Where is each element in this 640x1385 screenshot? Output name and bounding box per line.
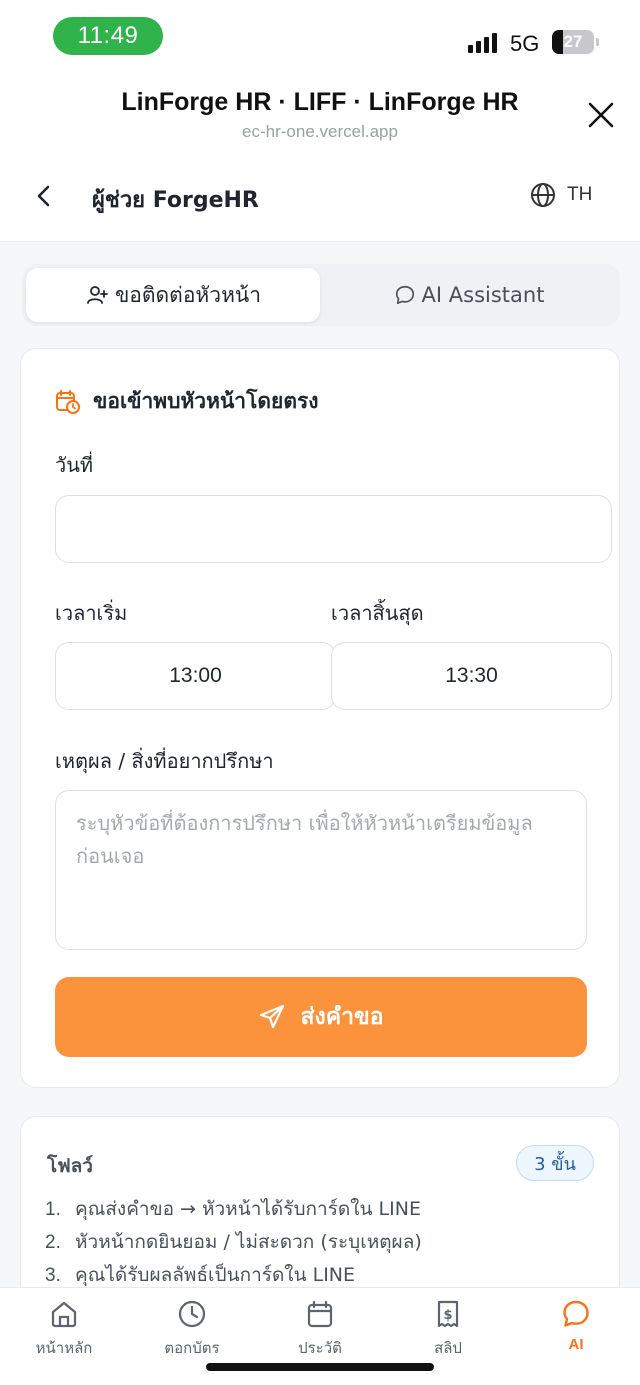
liff-header: LinForge HR · LIFF · LinForge HR ec-hr-o… <box>0 76 640 162</box>
reason-label: เหตุผล / สิ่งที่อยากปรึกษา <box>55 749 274 773</box>
end-time-value: 13:30 <box>445 664 498 687</box>
nav-label: สลิป <box>434 1339 462 1357</box>
nav-label: AI <box>568 1336 584 1353</box>
reason-placeholder: ระบุหัวข้อที่ต้องการปรึกษา เพื่อให้หัวหน… <box>76 811 533 868</box>
status-bar: 11:49 5G 27 <box>0 0 640 76</box>
battery-tip <box>596 38 599 46</box>
calendar-clock-icon <box>56 389 80 414</box>
nav-label: ประวัติ <box>298 1339 342 1357</box>
flow-step-count-badge: 3 ขั้น <box>516 1145 594 1181</box>
close-icon <box>588 102 614 128</box>
end-time-label: เวลาสิ้นสุด <box>331 601 424 625</box>
flow-step: 1. คุณส่งคำขอ → หัวหน้าได้รับการ์ดใน LINE <box>45 1198 421 1220</box>
chevron-left-icon <box>37 185 50 207</box>
flow-steps: 1. คุณส่งคำขอ → หัวหน้าได้รับการ์ดใน LINE… <box>45 1193 599 1292</box>
tab-bar: ขอติดต่อหัวหน้า AI Assistant <box>22 264 620 326</box>
section-header: ขอเข้าพบหัวหน้าโดยตรง <box>55 385 318 418</box>
tab-label: ขอติดต่อหัวหน้า <box>114 282 262 307</box>
nav-item-history[interactable]: ประวัติ <box>256 1298 384 1360</box>
language-switcher[interactable]: TH <box>529 180 592 210</box>
network-label: 5G <box>510 31 540 56</box>
status-time: 11:49 <box>53 17 163 55</box>
reason-textarea[interactable]: ระบุหัวข้อที่ต้องการปรึกษา เพื่อให้หัวหน… <box>55 790 587 950</box>
home-icon <box>51 1301 77 1328</box>
receipt-icon: $ <box>437 1300 459 1328</box>
start-time-label: เวลาเริ่ม <box>55 601 128 625</box>
svg-text:$: $ <box>443 1308 452 1323</box>
close-button[interactable] <box>584 98 618 132</box>
liff-url: ec-hr-one.vercel.app <box>242 122 398 141</box>
flow-title: โฟลว์ <box>47 1155 93 1177</box>
date-field[interactable] <box>55 495 612 563</box>
flow-step: 2. หัวหน้ากดยินยอม / ไม่สะดวก (ระบุเหตุผล… <box>45 1231 422 1253</box>
nav-item-ai[interactable]: AI <box>512 1298 640 1353</box>
tab-ai-assistant[interactable]: AI Assistant <box>322 268 616 322</box>
user-plus-icon <box>87 286 108 304</box>
tab-label: AI Assistant <box>421 283 545 307</box>
back-button[interactable] <box>30 182 58 210</box>
submit-request-button[interactable]: ส่งคำขอ <box>55 977 587 1057</box>
signal-icon <box>468 33 500 53</box>
clock-icon <box>178 1300 206 1328</box>
submit-label: ส่งคำขอ <box>300 1004 384 1030</box>
chat-bubble-icon <box>395 285 414 305</box>
battery-icon: 27 <box>552 30 594 54</box>
language-label: TH <box>567 184 593 205</box>
send-icon <box>260 1004 285 1029</box>
nav-item-home[interactable]: หน้าหลัก <box>0 1298 128 1360</box>
home-indicator <box>206 1363 434 1371</box>
date-label: วันที่ <box>55 453 94 477</box>
date-value <box>56 496 611 562</box>
chat-bubble-icon <box>563 1300 589 1327</box>
flow-card: โฟลว์ 3 ขั้น 1. คุณส่งคำขอ → หัวหน้าได้รั… <box>20 1116 620 1316</box>
start-time-field[interactable]: 13:00 <box>55 642 336 710</box>
battery-percent: 27 <box>563 32 583 51</box>
start-time-value: 13:00 <box>169 664 222 687</box>
nav-item-payslip[interactable]: $ สลิป <box>384 1298 512 1360</box>
globe-icon <box>531 183 555 207</box>
section-title: ขอเข้าพบหัวหน้าโดยตรง <box>93 389 319 413</box>
app-header: ผู้ช่วย ForgeHR TH <box>0 162 640 242</box>
nav-label: หน้าหลัก <box>35 1339 93 1357</box>
nav-item-clock-in[interactable]: ตอกบัตร <box>128 1298 256 1360</box>
calendar-icon <box>307 1300 333 1328</box>
tab-contact-manager[interactable]: ขอติดต่อหัวหน้า <box>26 268 320 322</box>
liff-title: LinForge HR · LIFF · LinForge HR <box>121 88 519 116</box>
nav-label: ตอกบัตร <box>164 1339 220 1357</box>
page-title: ผู้ช่วย ForgeHR <box>92 188 259 213</box>
meeting-request-card: ขอเข้าพบหัวหน้าโดยตรง วันที่ เวลาเริ่ม เ… <box>20 348 620 1088</box>
end-time-field[interactable]: 13:30 <box>331 642 612 710</box>
